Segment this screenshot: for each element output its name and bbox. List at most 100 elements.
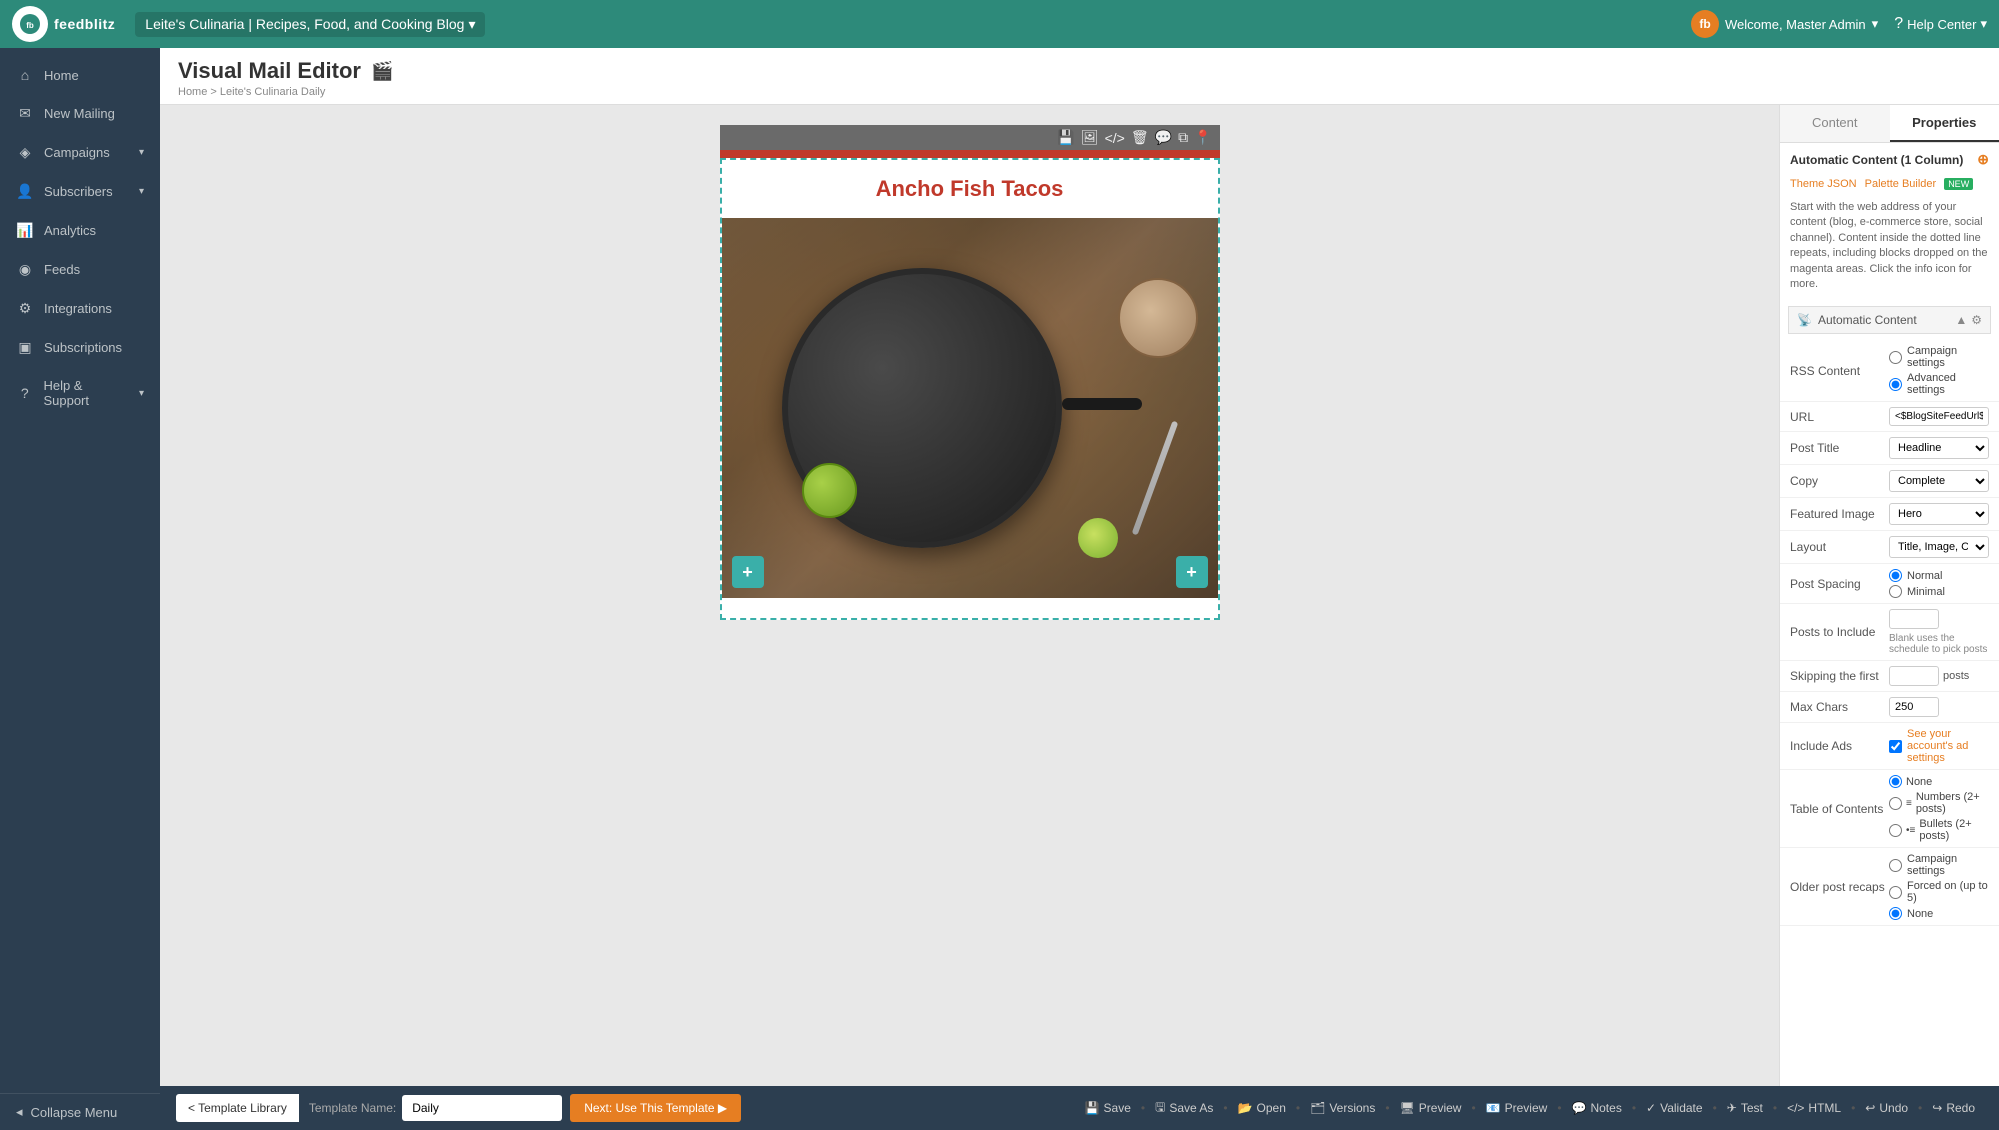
user-avatar: fb [1691,10,1719,38]
campaigns-icon: ◈ [16,144,34,161]
save-as-action[interactable]: 🖫 Save As [1147,1098,1221,1119]
html-action[interactable]: </> HTML [1779,1101,1849,1115]
toc-bullets-label: Bullets (2+ posts) [1919,818,1989,842]
older-post-recaps-row: Older post recaps Campaign settings Forc… [1780,848,1999,926]
spacing-minimal-label: Minimal [1907,586,1945,598]
video-icon[interactable]: 🎬 [371,61,393,82]
test-action[interactable]: ✈ Test [1719,1101,1771,1115]
preview-action[interactable]: 🖥 Preview [1392,1101,1470,1115]
url-input[interactable] [1889,407,1989,426]
auto-content-up-button[interactable]: ▲ [1955,313,1967,327]
posts-to-include-input[interactable] [1889,609,1939,629]
tab-properties[interactable]: Properties [1890,105,1999,142]
save-action[interactable]: 💾 Save [1077,1101,1139,1115]
add-block-left-button[interactable]: + [732,556,764,588]
undo-action[interactable]: ↩ Undo [1857,1101,1916,1115]
user-menu[interactable]: fb Welcome, Master Admin ▾ [1691,10,1878,38]
add-block-right-button[interactable]: + [1176,556,1208,588]
auto-content-settings-button[interactable]: ⚙ [1971,313,1982,327]
versions-action[interactable]: 🗂 Versions [1302,1101,1383,1115]
notes-action[interactable]: 💬 Notes [1564,1101,1630,1115]
preview2-action[interactable]: 📧 Preview [1478,1101,1556,1115]
comment-toolbar-icon[interactable]: 💬 [1155,129,1172,146]
help-center-text: Help Center [1907,17,1976,32]
copy-select[interactable]: Complete Summary None [1889,470,1989,492]
pin-toolbar-icon[interactable]: 📍 [1194,129,1211,146]
sidebar-item-new-mailing[interactable]: ✉ New Mailing [0,94,160,133]
home-icon: ⌂ [16,67,34,83]
redo-icon: ↪ [1932,1101,1942,1115]
sidebar-item-subscribers[interactable]: 👤 Subscribers ▾ [0,172,160,211]
recaps-none-radio[interactable] [1889,907,1902,920]
toc-numbers-icon: ≡ [1906,798,1912,809]
sidebar-item-integrations[interactable]: ⚙ Integrations [0,289,160,328]
collapse-label: Collapse Menu [31,1105,118,1120]
content-area: Visual Mail Editor 🎬 Home > Leite's Culi… [160,48,1999,1130]
template-library-button[interactable]: < Template Library [176,1094,299,1122]
save-icon: 💾 [1085,1101,1100,1115]
campaigns-arrow-icon: ▾ [139,147,144,158]
rss-campaign-radio[interactable] [1889,351,1902,364]
editor-canvas[interactable]: 💾 🖼 </> 🗑 💬 ⧉ 📍 Ancho Fish Tacos [160,105,1779,1086]
properties-section-header: Automatic Content (1 Column) ⊕ [1780,143,1999,176]
properties-panel: ◂ Content Properties Automatic Content (… [1779,105,1999,1086]
posts-suffix-text: posts [1943,670,1969,682]
recaps-forced-radio[interactable] [1889,886,1902,899]
sidebar-item-campaigns[interactable]: ◈ Campaigns ▾ [0,133,160,172]
breadcrumb-home-link[interactable]: Home [178,86,207,98]
spacing-normal-radio[interactable] [1889,569,1902,582]
skipping-first-input[interactable] [1889,666,1939,686]
validate-action[interactable]: ✓ Validate [1638,1101,1711,1115]
delete-toolbar-icon[interactable]: 🗑 [1131,129,1149,146]
post-spacing-label: Post Spacing [1790,577,1885,591]
email-food-image [722,218,1218,598]
sidebar-item-home[interactable]: ⌂ Home [0,56,160,94]
older-post-recaps-label: Older post recaps [1790,880,1885,894]
theme-json-link[interactable]: Theme JSON [1790,178,1857,190]
max-chars-input[interactable] [1889,697,1939,717]
layout-select[interactable]: Title, Image, Copy Image, Title, Copy [1889,536,1989,558]
rss-advanced-radio[interactable] [1889,378,1902,391]
toc-radios: None ≡ Numbers (2+ posts) •≡ Bullets (2+… [1889,775,1989,842]
layout-row: Layout Title, Image, Copy Image, Title, … [1780,531,1999,564]
pan-handle [1062,398,1142,410]
toc-numbers-radio[interactable] [1889,797,1902,810]
recaps-campaign-radio[interactable] [1889,859,1902,872]
sidebar-item-feeds[interactable]: ◉ Feeds [0,250,160,289]
collapse-menu-button[interactable]: ◂ Collapse Menu [0,1093,160,1130]
rss-advanced-label: Advanced settings [1907,372,1989,396]
redo-action[interactable]: ↪ Redo [1924,1101,1983,1115]
logo-icon: fb [12,6,48,42]
sidebar-label-feeds: Feeds [44,262,80,277]
featured-image-select[interactable]: Hero Thumbnail None [1889,503,1989,525]
toc-label: Table of Contents [1790,802,1885,816]
toc-none-radio[interactable] [1889,775,1902,788]
include-ads-checkbox[interactable] [1889,740,1902,753]
post-title-select[interactable]: Headline [1889,437,1989,459]
use-template-button[interactable]: Next: Use This Template ▶ [570,1094,741,1122]
post-title-row: Post Title Headline [1780,432,1999,465]
tab-content[interactable]: Content [1780,105,1890,142]
save-toolbar-icon[interactable]: 💾 [1057,129,1074,146]
section-icon-button[interactable]: ⊕ [1977,151,1989,168]
logo[interactable]: fb feedblitz [12,6,115,42]
sidebar-item-analytics[interactable]: 📊 Analytics [0,211,160,250]
image-toolbar-icon[interactable]: 🖼 [1081,129,1099,146]
blog-selector[interactable]: Leite's Culinaria | Recipes, Food, and C… [135,12,485,37]
rss-icon: 📡 [1797,313,1812,327]
email-post-title: Ancho Fish Tacos [722,160,1218,218]
toc-none-label: None [1906,776,1932,788]
spacing-minimal-radio[interactable] [1889,585,1902,598]
template-name-input[interactable] [402,1095,562,1121]
palette-builder-link[interactable]: Palette Builder [1865,178,1937,190]
open-action[interactable]: 📂 Open [1230,1101,1294,1115]
code-toolbar-icon[interactable]: </> [1105,130,1125,146]
sidebar-item-help[interactable]: ? Help & Support ▾ [0,367,160,419]
panel-collapse-button[interactable]: ◂ [1779,596,1780,636]
copy-toolbar-icon[interactable]: ⧉ [1178,129,1188,146]
properties-tabs: Content Properties [1780,105,1999,143]
toc-bullets-radio[interactable] [1889,824,1902,837]
include-ads-link[interactable]: See your account's ad settings [1907,728,1989,764]
help-center-link[interactable]: ? Help Center ▾ [1894,15,1987,33]
sidebar-item-subscriptions[interactable]: ▣ Subscriptions [0,328,160,367]
